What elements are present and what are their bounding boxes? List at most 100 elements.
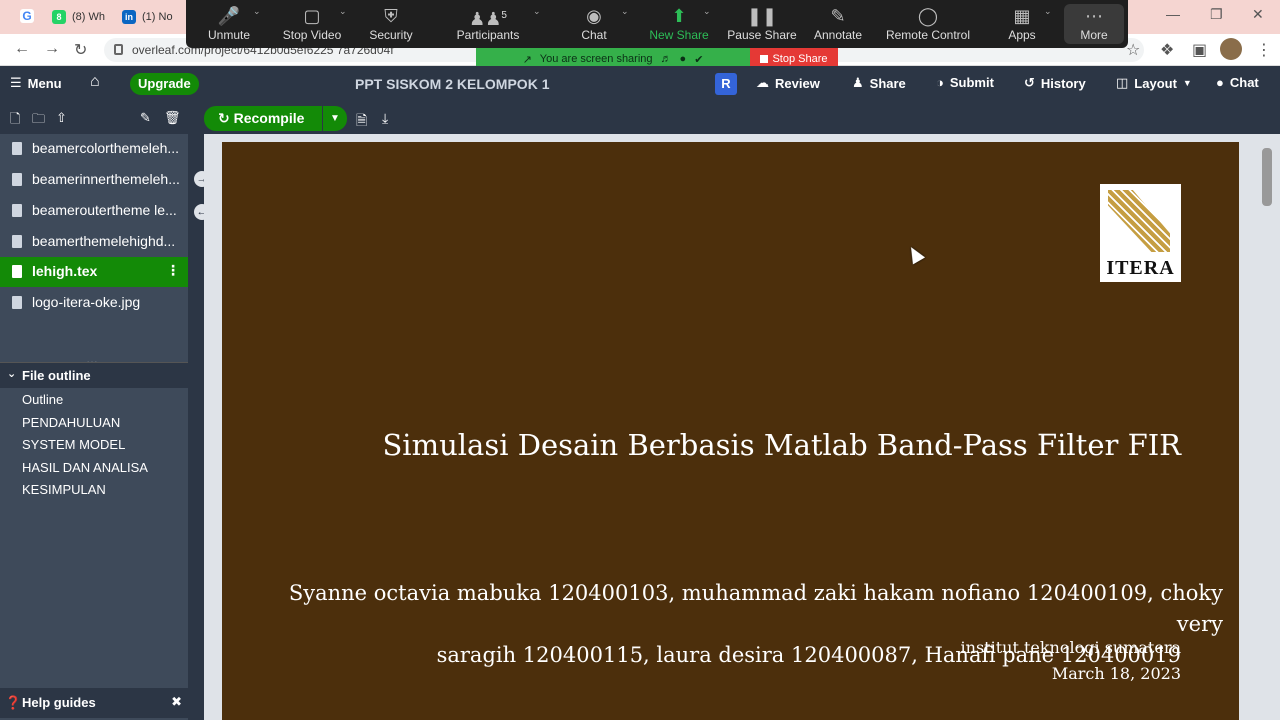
chevron-down-icon[interactable]: ⌄ <box>533 6 541 17</box>
itera-logo: ITERA <box>1100 184 1181 282</box>
project-title[interactable]: PPT SISKOM 2 KELOMPOK 1 <box>355 76 549 92</box>
pause-icon: ❚❚ <box>746 6 778 26</box>
sharing-icon: ↗ <box>522 53 532 66</box>
participants-icon: ♟♟5 <box>469 9 507 29</box>
tab-label: (1) No <box>142 11 173 23</box>
forward-icon[interactable]: → <box>44 40 60 58</box>
close-icon[interactable]: ✕ <box>1252 6 1264 23</box>
download-icon[interactable]: ⤓ <box>382 110 388 127</box>
back-icon[interactable]: ← <box>14 40 30 58</box>
outline-item[interactable]: HASIL DAN ANALISA <box>22 460 148 475</box>
pencil-icon: ✎ <box>830 6 846 26</box>
logs-document-icon[interactable]: 🗎 <box>356 110 367 134</box>
file-item[interactable]: beamerthemelehighd... <box>0 227 188 257</box>
bookmark-star-icon[interactable]: ☆ <box>1126 40 1140 60</box>
refresh-icon: ↻ <box>218 110 230 126</box>
outline-item[interactable]: Outline <box>22 392 63 407</box>
file-item[interactable]: beameroutertheme le... <box>0 196 188 226</box>
home-icon: ⌂ <box>90 73 100 90</box>
browser-tab-whatsapp[interactable]: 8 (8) Wh <box>52 4 105 30</box>
layout-button[interactable]: ◫ Layout ▼ <box>1116 75 1192 91</box>
home-button[interactable]: ⌂ <box>90 73 100 91</box>
outline-item[interactable]: SYSTEM MODEL <box>22 437 125 452</box>
file-icon <box>12 142 22 155</box>
file-tree-panel: 🗋 🗀 ⇧ ✎ 🗑 beamercolorthemeleh... beameri… <box>0 102 188 720</box>
sidepanel-icon[interactable]: ▣ <box>1192 40 1207 60</box>
shield-icon: ⛨ <box>384 6 398 26</box>
outline-item[interactable]: PENDAHULUAN <box>22 415 120 430</box>
users-icon: ♟ <box>852 75 864 90</box>
collaborator-avatar[interactable]: R <box>715 73 737 95</box>
slide-date: March 18, 2023 <box>1051 664 1181 683</box>
menu-button[interactable]: ☰ Menu <box>10 75 62 91</box>
outline-item[interactable]: KESIMPULAN <box>22 482 106 497</box>
slide-title: Simulasi Desain Berbasis Matlab Band-Pas… <box>382 428 1181 462</box>
file-menu-icon[interactable]: ⋮ <box>166 262 180 279</box>
participants-button[interactable]: ♟♟5 Participants <box>448 4 528 42</box>
security-button[interactable]: ⛨ Security <box>351 4 431 42</box>
upload-icon[interactable]: ⇧ <box>56 110 67 126</box>
close-icon[interactable]: ✖ <box>171 694 182 710</box>
caret-down-icon: ▼ <box>1182 78 1192 88</box>
recompile-options-button[interactable]: ▼ <box>323 106 347 131</box>
new-file-icon[interactable]: 🗋 <box>10 110 20 132</box>
zoom-toolbar: 🎤 Unmute ⌄ ▢ Stop Video ⌄ ⛨ Security ♟♟5 Par… <box>186 0 1128 48</box>
more-button[interactable]: ⋯ More <box>1064 4 1124 44</box>
speaker-icon: ♬ <box>660 53 672 65</box>
browser-tab-linkedin[interactable]: in (1) No <box>122 4 173 30</box>
file-item[interactable]: logo-itera-oke.jpg <box>0 288 188 318</box>
overleaf-toolbar: ☰ Menu ⌂ Upgrade PPT SISKOM 2 KELOMPOK 1 … <box>0 66 1280 102</box>
share-button[interactable]: ♟ Share <box>852 75 906 91</box>
file-item[interactable]: beamercolorthemeleh... <box>0 134 188 164</box>
submit-button[interactable]: ◑ Submit <box>936 75 994 90</box>
reload-icon[interactable]: ↻ <box>74 40 87 60</box>
annotate-button[interactable]: ✎ Annotate <box>798 4 878 42</box>
history-button[interactable]: ↺ History <box>1024 75 1086 91</box>
maximize-icon[interactable]: ❐ <box>1210 6 1223 23</box>
linkedin-icon: in <box>122 10 136 24</box>
chevron-down-icon[interactable]: ⌄ <box>621 6 629 17</box>
logo-text: ITERA <box>1106 257 1175 279</box>
browser-menu-icon[interactable]: ⋮ <box>1256 40 1272 60</box>
file-icon <box>12 204 22 217</box>
pause-share-button[interactable]: ❚❚ Pause Share <box>722 4 802 42</box>
beamer-title-slide: ITERA Simulasi Desain Berbasis Matlab Ba… <box>222 142 1239 720</box>
stop-share-label: Stop Share <box>772 53 828 65</box>
rename-pencil-icon[interactable]: ✎ <box>140 110 151 126</box>
pdf-preview[interactable]: ITERA Simulasi Desain Berbasis Matlab Ba… <box>204 134 1280 720</box>
review-button[interactable]: ☁ Review <box>756 75 820 91</box>
chat-icon: ● <box>1216 75 1224 90</box>
layout-icon: ◫ <box>1116 75 1129 90</box>
delete-trash-icon[interactable]: 🗑 <box>164 110 181 126</box>
sharing-text: You are screen sharing <box>539 53 653 65</box>
file-item[interactable]: beamerinnerthemeleh... <box>0 165 188 195</box>
globe-icon: ◑ <box>936 75 944 90</box>
chat-toggle-button[interactable]: ● Chat <box>1216 75 1259 90</box>
file-icon <box>12 173 22 186</box>
pane-divider[interactable] <box>188 102 204 720</box>
minimize-icon[interactable]: — <box>1166 6 1180 22</box>
new-folder-icon[interactable]: 🗀 <box>32 110 45 132</box>
image-icon <box>12 296 22 309</box>
file-icon <box>12 265 22 278</box>
mouse-icon: ◯ <box>917 6 939 26</box>
recompile-button[interactable]: ↻ Recompile <box>204 106 322 131</box>
chevron-down-icon[interactable]: ⌄ <box>1044 6 1052 17</box>
extensions-icon[interactable]: ❖ <box>1160 40 1174 60</box>
upgrade-button[interactable]: Upgrade <box>130 73 199 95</box>
file-item-active[interactable]: lehigh.tex ⋮ <box>0 257 188 287</box>
whatsapp-icon: 8 <box>52 10 66 24</box>
chevron-down-icon[interactable]: ⌄ <box>703 6 711 17</box>
history-icon: ↺ <box>1024 75 1035 90</box>
google-icon[interactable]: G <box>20 9 34 23</box>
pdf-scrollbar[interactable] <box>1262 148 1272 206</box>
file-outline-header[interactable]: ⌄ File outline <box>0 362 188 388</box>
profile-avatar[interactable] <box>1220 38 1242 60</box>
file-tree-toolbar: 🗋 🗀 ⇧ ✎ 🗑 <box>0 102 188 134</box>
tab-label: (8) Wh <box>72 11 105 23</box>
chevron-down-icon[interactable]: ⌄ <box>253 6 261 17</box>
mic-muted-icon: ● <box>679 53 687 65</box>
chevron-down-icon[interactable]: ⌄ <box>339 6 347 17</box>
help-guides-bar[interactable]: ❓ Help guides ✖ <box>0 688 188 718</box>
remote-control-button[interactable]: ◯ Remote Control <box>882 4 974 42</box>
